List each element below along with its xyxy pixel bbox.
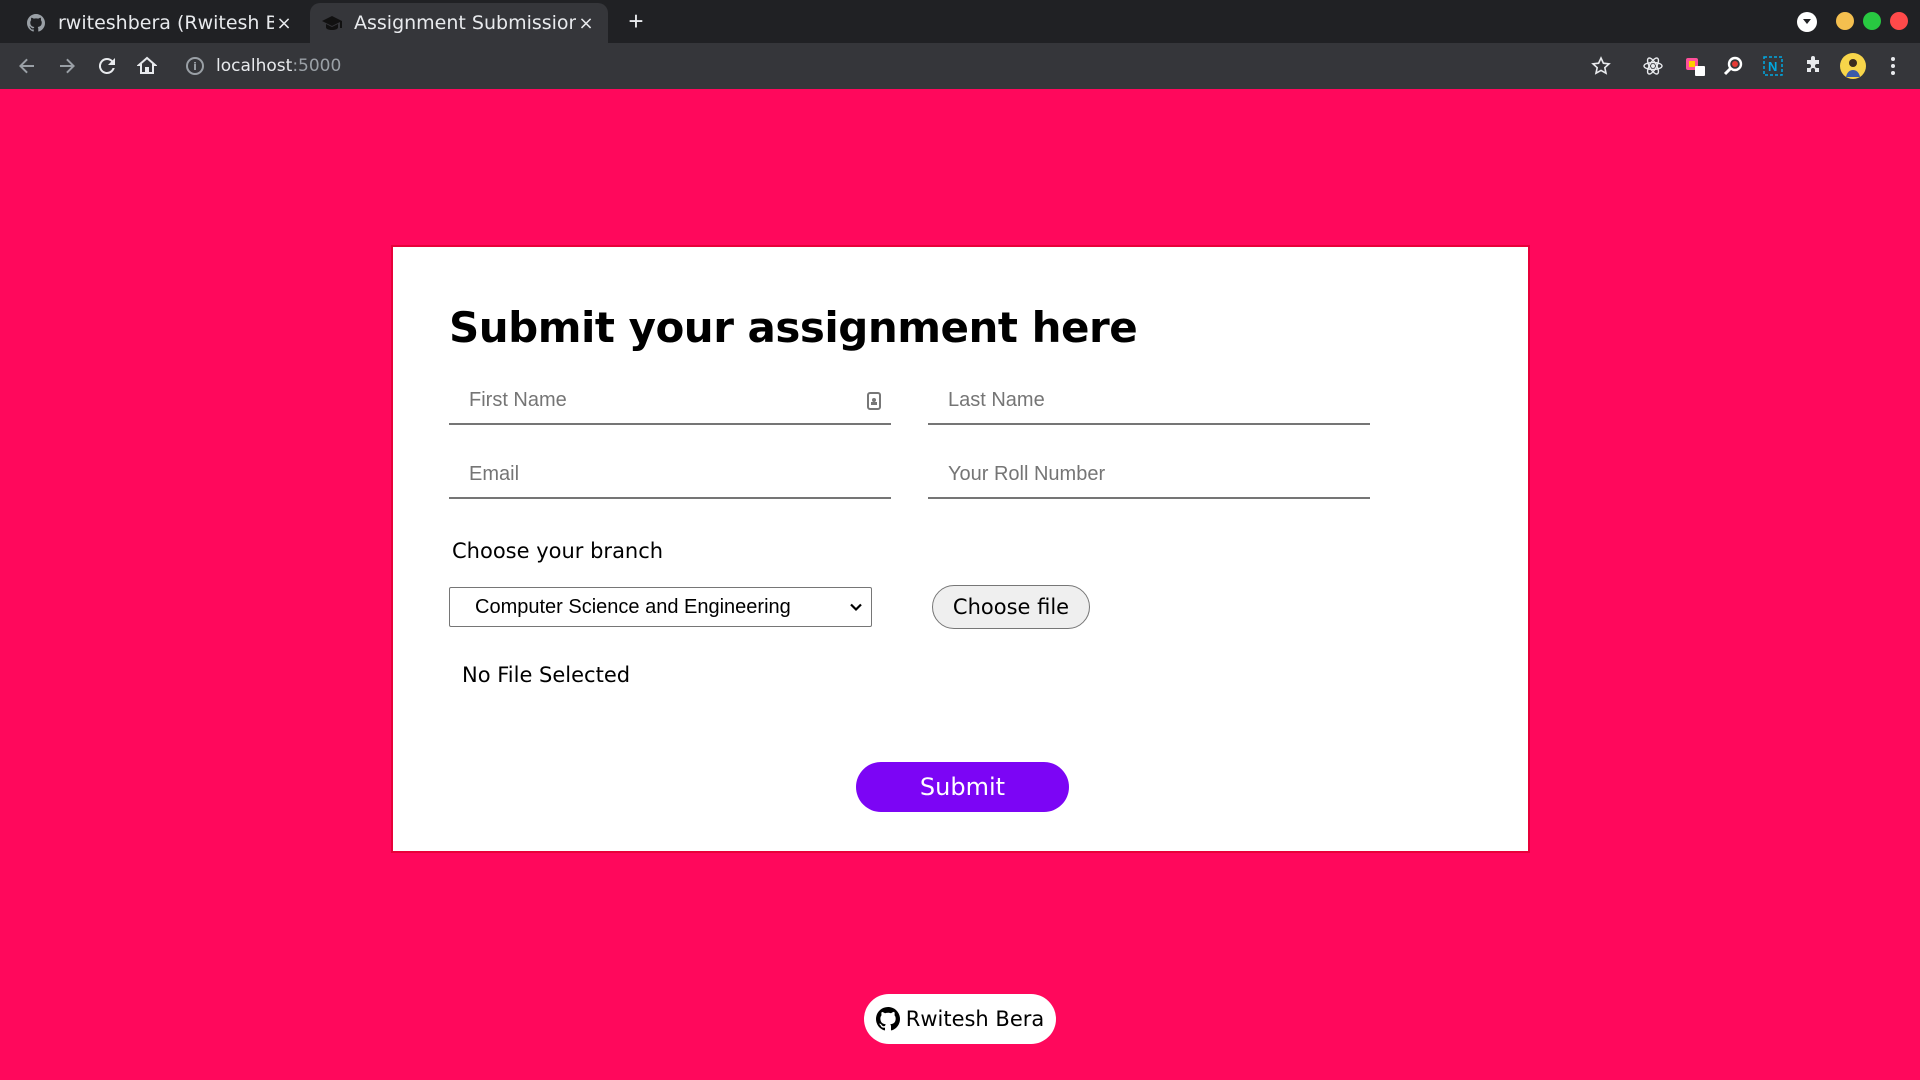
branch-selected-value: Computer Science and Engineering	[475, 595, 791, 618]
email-field	[449, 451, 891, 499]
roll-number-input[interactable]	[928, 451, 1370, 497]
assignment-form-card: Submit your assignment here Choose your …	[391, 245, 1530, 853]
home-button[interactable]	[134, 53, 160, 79]
last-name-field	[928, 377, 1370, 425]
color-picker-extension-icon[interactable]	[1682, 53, 1708, 79]
branch-label: Choose your branch	[452, 539, 664, 563]
extensions-puzzle-icon[interactable]	[1800, 53, 1826, 79]
contact-autofill-icon[interactable]	[867, 392, 881, 410]
browser-tab-bar: rwiteshbera (Rwitesh Bera) × Assignment …	[0, 0, 1920, 43]
tab-search-button[interactable]	[1797, 12, 1817, 32]
choose-file-button[interactable]: Choose file	[932, 585, 1090, 629]
profile-avatar[interactable]	[1840, 53, 1866, 79]
author-github-link[interactable]: Rwitesh Bera	[864, 994, 1056, 1044]
roll-number-field	[928, 451, 1370, 499]
github-icon	[26, 13, 46, 33]
close-tab-icon[interactable]: ×	[274, 13, 294, 34]
reload-button[interactable]	[94, 53, 120, 79]
close-window-button[interactable]	[1890, 12, 1908, 30]
graduation-cap-icon	[322, 13, 342, 33]
home-icon	[137, 56, 157, 74]
first-name-input[interactable]	[449, 377, 891, 423]
arrow-right-icon	[60, 58, 75, 74]
maximize-button[interactable]	[1863, 12, 1881, 30]
page-title: Submit your assignment here	[449, 303, 1138, 352]
browser-toolbar: i localhost :5000 N	[0, 43, 1920, 89]
first-name-field	[449, 377, 891, 425]
back-button[interactable]	[14, 53, 40, 79]
new-tab-button[interactable]: +	[622, 7, 650, 35]
author-name: Rwitesh Bera	[905, 1007, 1045, 1031]
more-options-icon[interactable]	[1880, 53, 1906, 79]
forward-button[interactable]	[54, 53, 80, 79]
url-host: localhost	[216, 56, 293, 76]
address-bar[interactable]: i localhost :5000	[186, 53, 341, 79]
chevron-down-icon	[850, 603, 862, 612]
bookmark-star-icon[interactable]	[1588, 53, 1614, 79]
file-status-text: No File Selected	[462, 663, 631, 687]
nuxt-devtools-icon[interactable]: N	[1760, 53, 1786, 79]
arrow-left-icon	[19, 58, 34, 74]
svg-text:N: N	[1768, 59, 1777, 74]
tab-title: Assignment Submission	[354, 12, 576, 34]
minimize-button[interactable]	[1836, 12, 1854, 30]
close-tab-icon[interactable]: ×	[576, 13, 596, 34]
tab-github-profile[interactable]: rwiteshbera (Rwitesh Bera) ×	[14, 3, 306, 43]
chevron-down-icon	[1803, 19, 1811, 24]
search-extension-icon[interactable]	[1720, 53, 1746, 79]
react-devtools-icon[interactable]	[1640, 53, 1666, 79]
reload-icon	[98, 57, 115, 74]
branch-select[interactable]: Computer Science and Engineering	[449, 587, 872, 627]
tab-title: rwiteshbera (Rwitesh Bera)	[58, 12, 274, 34]
submit-button[interactable]: Submit	[856, 762, 1069, 812]
email-input[interactable]	[449, 451, 891, 497]
url-port: :5000	[292, 56, 342, 76]
last-name-input[interactable]	[928, 377, 1370, 423]
github-icon	[875, 1007, 900, 1031]
tab-assignment-submission[interactable]: Assignment Submission ×	[310, 3, 608, 43]
info-icon: i	[186, 57, 204, 75]
